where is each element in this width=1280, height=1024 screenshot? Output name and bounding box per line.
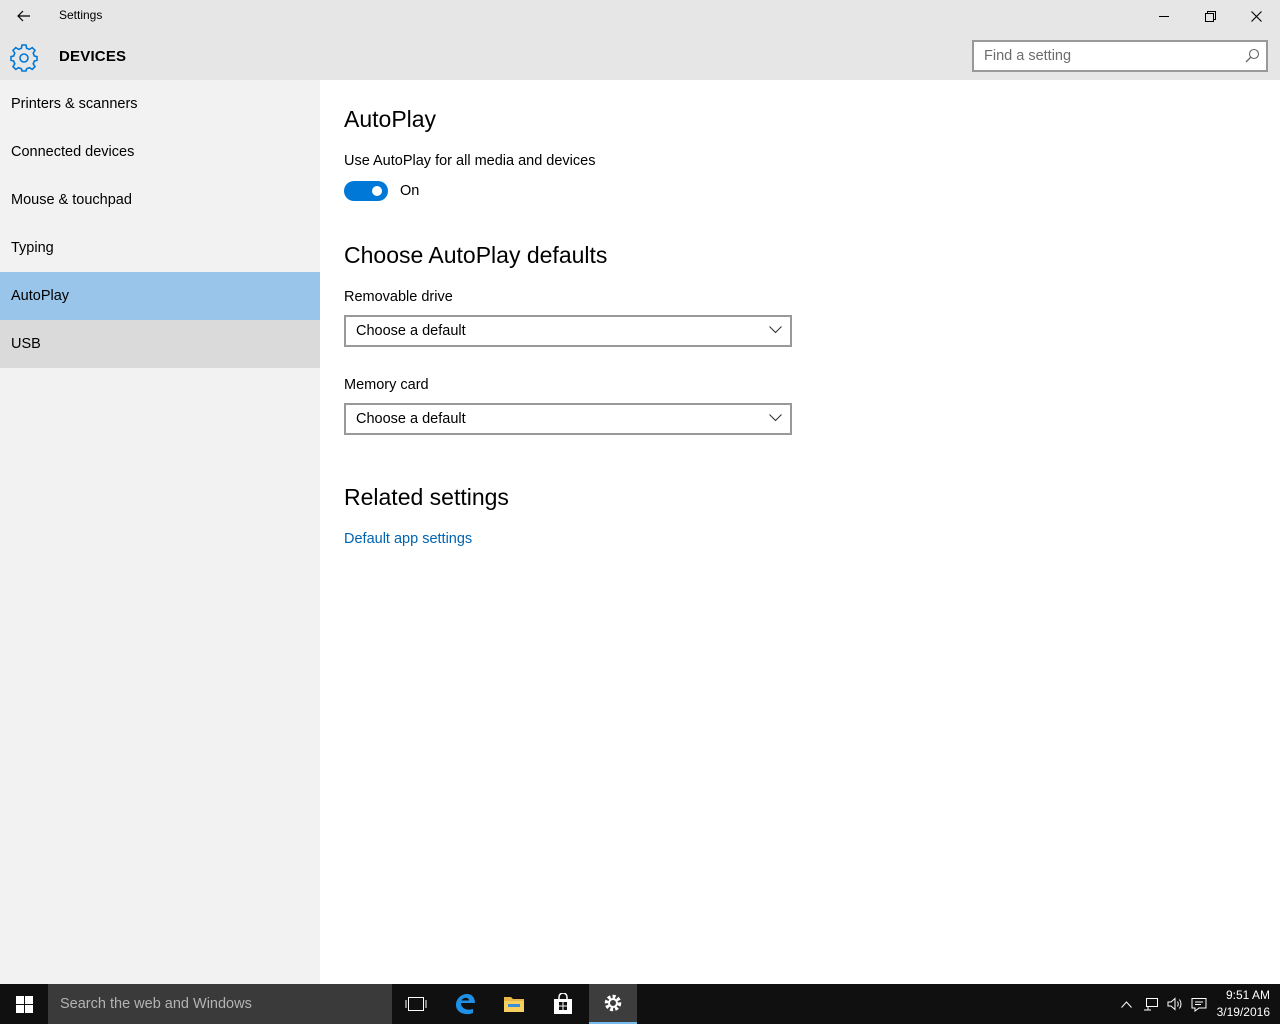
settings-header: DEVICES: [0, 32, 1280, 80]
removable-drive-value: Choose a default: [356, 323, 466, 339]
memory-card-label: Memory card: [344, 377, 429, 393]
task-view-button[interactable]: [392, 984, 440, 1024]
autoplay-toggle-label: Use AutoPlay for all media and devices: [344, 153, 596, 169]
gear-icon: [604, 994, 622, 1012]
show-hidden-icons-button[interactable]: [1116, 984, 1136, 1024]
default-app-settings-link[interactable]: Default app settings: [344, 531, 472, 547]
back-arrow-icon: [17, 10, 30, 22]
sidebar-item-usb[interactable]: USB: [0, 320, 320, 368]
network-icon: [1144, 998, 1158, 1011]
find-setting-input[interactable]: [974, 42, 1224, 70]
toggle-knob: [372, 186, 382, 196]
removable-drive-label: Removable drive: [344, 289, 453, 305]
sidebar-item-mouse-touchpad[interactable]: Mouse & touchpad: [0, 176, 320, 224]
category-title: DEVICES: [59, 48, 127, 65]
sidebar-item-autoplay[interactable]: AutoPlay: [0, 272, 320, 320]
network-button[interactable]: [1140, 984, 1162, 1024]
settings-taskbar-button[interactable]: [589, 984, 637, 1024]
search-icon[interactable]: [1245, 48, 1260, 63]
memory-card-select[interactable]: Choose a default: [344, 403, 792, 435]
taskbar-search-placeholder: Search the web and Windows: [60, 996, 252, 1012]
title-bar: Settings: [0, 0, 1280, 32]
clock-time: 9:51 AM: [1225, 988, 1270, 1002]
sidebar: Printers & scanners Connected devices Mo…: [0, 80, 320, 984]
edge-icon: [456, 994, 475, 1015]
chevron-down-icon: [769, 414, 782, 422]
close-button[interactable]: [1233, 0, 1279, 32]
notification-icon: [1191, 997, 1207, 1012]
restore-icon: [1204, 10, 1216, 22]
store-button[interactable]: [539, 984, 587, 1024]
back-button[interactable]: [0, 0, 48, 32]
defaults-section-title: Choose AutoPlay defaults: [344, 242, 608, 268]
start-button[interactable]: [0, 984, 48, 1024]
removable-drive-select[interactable]: Choose a default: [344, 315, 792, 347]
memory-card-value: Choose a default: [356, 411, 466, 427]
sidebar-item-connected-devices[interactable]: Connected devices: [0, 128, 320, 176]
autoplay-toggle[interactable]: [344, 181, 388, 201]
window-title: Settings: [59, 8, 103, 22]
sidebar-item-typing[interactable]: Typing: [0, 224, 320, 272]
chevron-down-icon: [769, 326, 782, 334]
clock-date: 3/19/2016: [1216, 1005, 1270, 1019]
sidebar-item-printers-scanners[interactable]: Printers & scanners: [0, 80, 320, 128]
gear-icon: [10, 44, 38, 72]
action-center-button[interactable]: [1188, 984, 1210, 1024]
taskbar: Search the web and Windows 9:51 AM 3/19/…: [0, 984, 1280, 1024]
page-title: AutoPlay: [344, 106, 437, 132]
store-bag-icon: [554, 993, 572, 1014]
file-explorer-button[interactable]: [490, 984, 538, 1024]
taskbar-search-box[interactable]: Search the web and Windows: [48, 984, 392, 1024]
speaker-icon: [1167, 997, 1181, 1011]
clock[interactable]: 9:51 AM 3/19/2016: [1217, 987, 1270, 1021]
edge-browser-button[interactable]: [441, 984, 489, 1024]
restore-button[interactable]: [1187, 0, 1233, 32]
related-settings-title: Related settings: [344, 484, 509, 510]
autoplay-toggle-state: On: [400, 183, 420, 199]
folder-icon: [504, 997, 524, 1012]
minimize-icon: [1159, 16, 1169, 17]
windows-logo-icon: [15, 995, 33, 1013]
chevron-up-icon: [1120, 1000, 1132, 1008]
main-content: AutoPlay Use AutoPlay for all media and …: [320, 80, 1280, 984]
close-icon: [1250, 10, 1262, 22]
minimize-button[interactable]: [1141, 0, 1187, 32]
find-setting-search[interactable]: [972, 40, 1268, 72]
task-view-icon: [405, 997, 427, 1011]
volume-button[interactable]: [1164, 984, 1186, 1024]
